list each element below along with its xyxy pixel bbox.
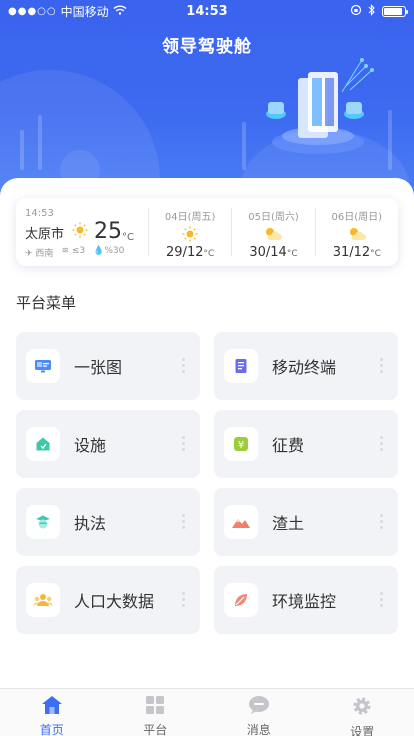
facility-house-icon <box>26 427 60 461</box>
tab-messages[interactable]: 消息 <box>207 689 311 736</box>
menu-item-facility[interactable]: 设施 <box>16 410 200 478</box>
map-screen-icon <box>26 349 60 383</box>
menu-item-label: 一张图 <box>74 358 123 377</box>
menu-item-muck[interactable]: 渣土 <box>214 488 398 556</box>
wind-icon: ≋ <box>61 246 69 256</box>
home-icon <box>41 695 63 719</box>
officer-icon <box>26 505 60 539</box>
wind-level-label: ≤3 <box>71 246 86 256</box>
sunny-icon <box>72 222 88 242</box>
weather-card[interactable]: 14:53 太原市 25 °C ✈ 西南 ≋ ≤3 💧%30 04日(周五) 2… <box>16 198 398 266</box>
tab-platform[interactable]: 平台 <box>104 689 208 736</box>
tab-bar: 首页 平台 消息 设置 <box>0 688 414 736</box>
tab-label: 首页 <box>39 723 64 736</box>
humidity: 💧%30 <box>93 246 124 259</box>
forecast-unit: °C <box>203 249 215 259</box>
menu-item-map[interactable]: 一张图 <box>16 332 200 400</box>
tab-label: 平台 <box>143 723 168 736</box>
weather-unit: °C <box>122 232 134 243</box>
forecast-temp: 30/14 <box>249 245 287 260</box>
humidity-icon: 💧 <box>93 246 105 256</box>
menu-item-label: 人口大数据 <box>74 592 155 611</box>
menu-item-label: 环境监控 <box>272 592 337 611</box>
forecast-day: 06日(周日) 31/12°C <box>316 198 398 266</box>
svg-text:¥: ¥ <box>238 440 244 451</box>
weather-city: 太原市 <box>25 226 65 242</box>
menu-item-environment[interactable]: 环境监控 <box>214 566 398 634</box>
menu-item-label: 移动终端 <box>272 358 337 377</box>
menu-item-mobile-terminal[interactable]: 移动终端 <box>214 332 398 400</box>
more-vertical-icon[interactable] <box>182 514 186 529</box>
more-vertical-icon[interactable] <box>380 436 384 451</box>
tab-settings[interactable]: 设置 <box>311 689 414 736</box>
wind-direction-icon: ✈ <box>25 249 33 259</box>
weather-current: 14:53 太原市 25 °C ✈ 西南 ≋ ≤3 💧%30 <box>16 198 148 266</box>
yuan-fee-icon: ¥ <box>224 427 258 461</box>
page-title: 领导驾驶舱 <box>162 37 252 57</box>
tab-label: 设置 <box>350 725 375 736</box>
forecast-date: 04日(周五) <box>164 212 216 223</box>
forecast-unit: °C <box>286 249 298 259</box>
weather-time: 14:53 <box>25 208 54 219</box>
gear-icon <box>351 695 373 721</box>
menu-item-fee[interactable]: ¥ 征费 <box>214 410 398 478</box>
forecast-date: 06日(周日) <box>331 212 383 223</box>
more-vertical-icon[interactable] <box>380 592 384 607</box>
more-vertical-icon[interactable] <box>380 514 384 529</box>
status-time: 14:53 <box>186 3 228 19</box>
menu-item-label: 征费 <box>272 436 305 455</box>
menu-item-label: 渣土 <box>272 514 305 533</box>
status-bar: ●●●○○ 中国移动 14:53 <box>0 0 414 22</box>
more-vertical-icon[interactable] <box>182 436 186 451</box>
menu-item-enforcement[interactable]: 执法 <box>16 488 200 556</box>
forecast-unit: °C <box>370 249 381 259</box>
tab-label: 消息 <box>246 723 271 736</box>
forecast-date: 05日(周六) <box>248 212 299 223</box>
tab-home[interactable]: 首页 <box>0 689 104 736</box>
wind-direction: ✈ 西南 <box>25 246 53 259</box>
menu-item-label: 设施 <box>74 436 107 455</box>
mountain-muck-icon <box>224 505 258 539</box>
more-vertical-icon[interactable] <box>182 592 186 607</box>
more-vertical-icon[interactable] <box>182 358 186 373</box>
weather-temp: 25 <box>94 219 123 244</box>
message-icon <box>248 695 270 719</box>
menu-grid: 一张图 移动终端 设施 ¥ 征费 执法 渣土 人口大数据 环境监控 <box>16 332 398 634</box>
server-illustration <box>262 56 374 160</box>
battery-icon <box>382 5 408 17</box>
document-icon <box>224 349 258 383</box>
partly-cloudy-icon <box>316 225 398 243</box>
wind-direction-label: 西南 <box>35 249 54 259</box>
menu-item-population[interactable]: 人口大数据 <box>16 566 200 634</box>
forecast-temp: 31/12 <box>332 245 371 260</box>
menu-item-label: 执法 <box>74 514 107 533</box>
section-title: 平台菜单 <box>16 294 77 312</box>
partly-cloudy-icon <box>232 225 314 243</box>
sunny-icon <box>149 225 231 243</box>
header-banner: ●●●○○ 中国移动 14:53 领导驾驶舱 <box>0 0 414 200</box>
content-panel: 14:53 太原市 25 °C ✈ 西南 ≋ ≤3 💧%30 04日(周五) 2… <box>0 178 414 688</box>
forecast-day: 05日(周六) 30/14°C <box>232 198 314 266</box>
leaf-icon <box>224 583 258 617</box>
forecast-day: 04日(周五) 29/12°C <box>149 198 231 266</box>
population-icon <box>26 583 60 617</box>
humidity-label: %30 <box>104 246 125 256</box>
wind-level: ≋ ≤3 <box>61 246 85 259</box>
grid-icon <box>145 695 165 719</box>
more-vertical-icon[interactable] <box>380 358 384 373</box>
forecast-temp: 29/12 <box>166 245 204 260</box>
